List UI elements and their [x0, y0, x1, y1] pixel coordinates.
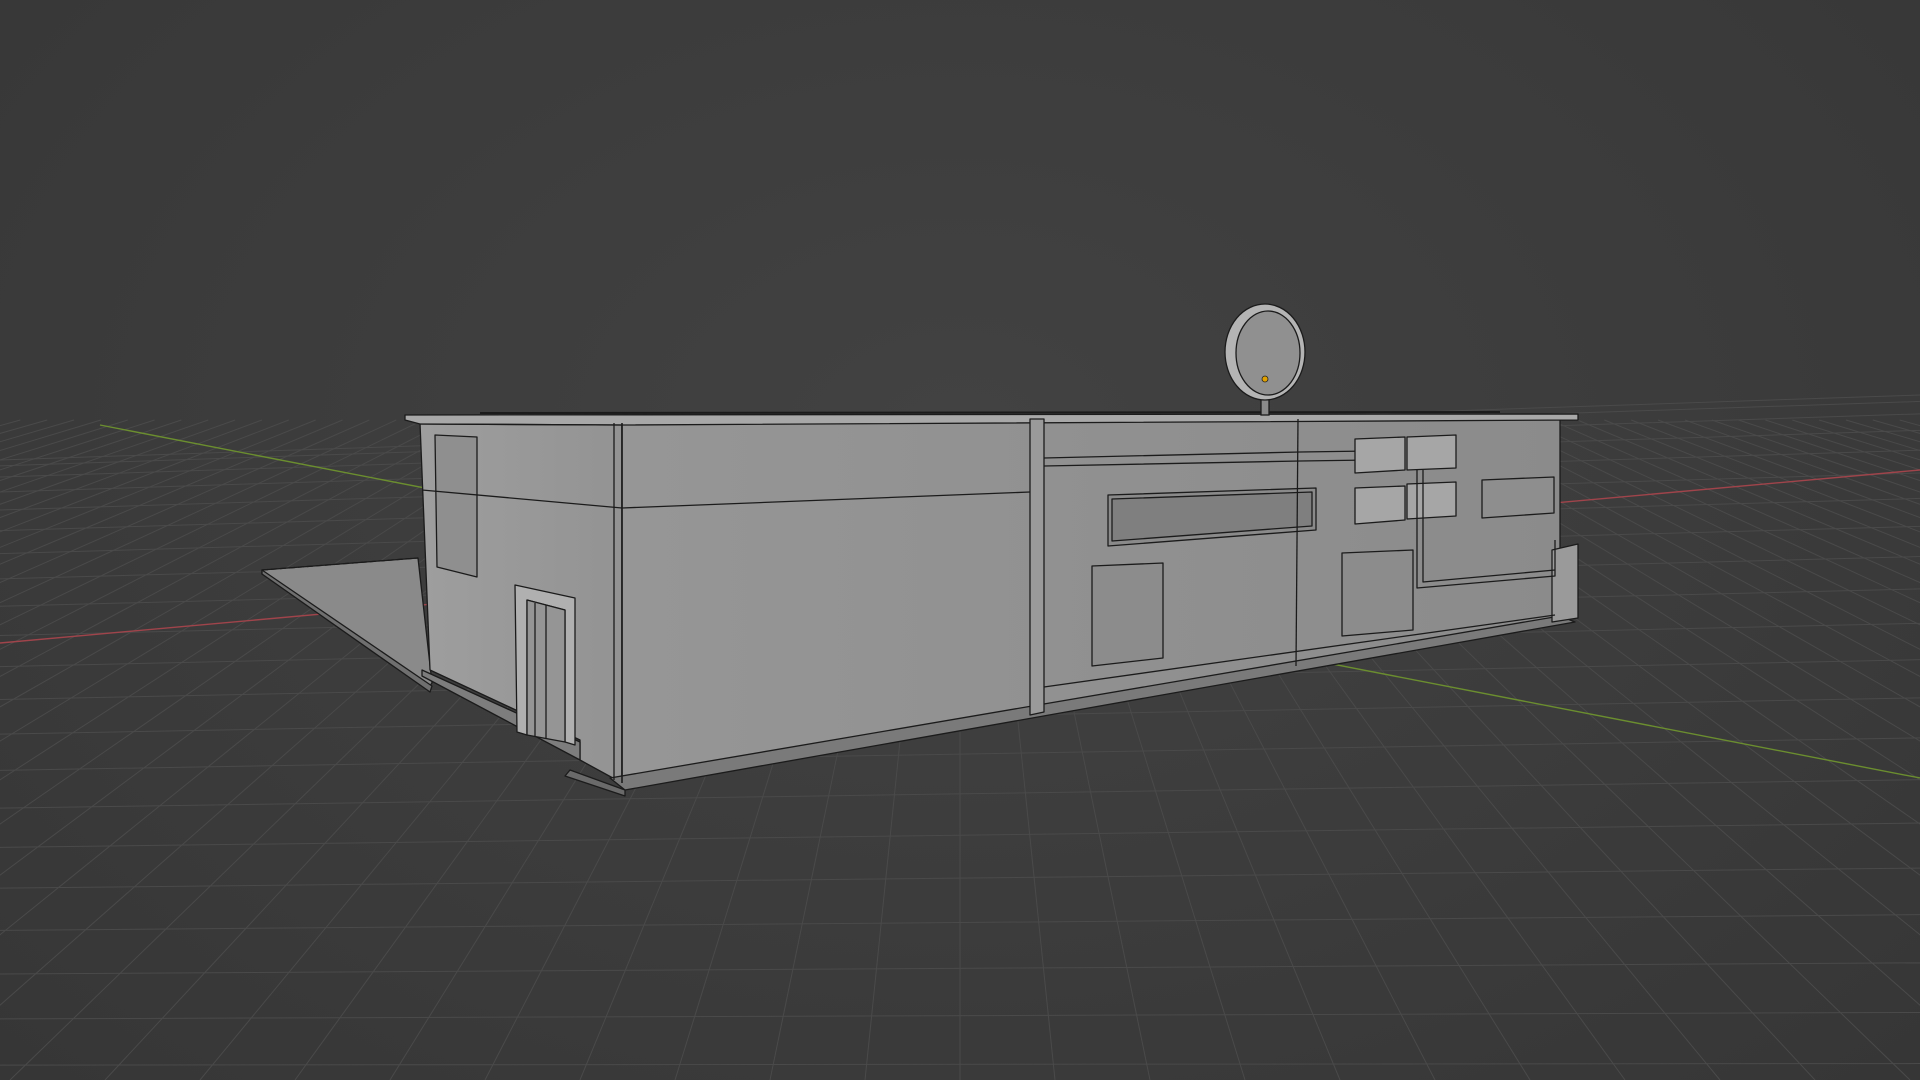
- window-middle[interactable]: [1341, 549, 1414, 637]
- grid-line: [0, 419, 370, 584]
- grid-line: [1845, 419, 1920, 443]
- grid-line: [1523, 419, 1920, 604]
- left-wall-panel[interactable]: [434, 434, 478, 578]
- right-end-wall[interactable]: [1551, 543, 1579, 623]
- grid-line: [1604, 419, 1920, 548]
- sign-disc-face[interactable]: [1235, 310, 1301, 396]
- grid-line: [0, 419, 209, 493]
- grid-line: [1711, 419, 1920, 493]
- grid-line: [0, 419, 236, 505]
- grid-line: [1657, 419, 1920, 519]
- grid-line: [1899, 419, 1920, 427]
- grid-line: [0, 419, 316, 548]
- 3d-viewport[interactable]: [0, 0, 1920, 1080]
- box-top-right[interactable]: [1406, 434, 1457, 471]
- grid-line: [0, 419, 48, 434]
- grid-line: [1872, 419, 1920, 434]
- grid-line: [0, 419, 21, 427]
- grid-line: [1577, 419, 1920, 565]
- building-mesh[interactable]: [261, 411, 1579, 797]
- roof-ridge: [479, 411, 1501, 414]
- viewport-canvas[interactable]: [0, 0, 1920, 1080]
- grid-line: [1550, 419, 1920, 584]
- window-left[interactable]: [1091, 562, 1164, 667]
- box-top-left[interactable]: [1354, 436, 1406, 474]
- box-bottom-left[interactable]: [1354, 485, 1406, 525]
- grid-line: [1765, 419, 1920, 471]
- grid-line: [0, 419, 263, 519]
- object-origin-marker[interactable]: [1261, 375, 1269, 383]
- grid-line: [1818, 419, 1920, 452]
- grid-line: [0, 419, 343, 565]
- front-wall[interactable]: [621, 417, 1561, 784]
- box-bottom-right[interactable]: [1406, 481, 1457, 520]
- grid-line: [1684, 419, 1920, 505]
- grid-line: [0, 419, 424, 626]
- grid-line: [0, 419, 397, 604]
- roof-sign[interactable]: [1224, 303, 1306, 416]
- grid-line: [0, 419, 75, 443]
- front-column: [1029, 418, 1045, 716]
- grid-line: [0, 419, 102, 452]
- window-right[interactable]: [1481, 476, 1555, 519]
- grid-line: [0, 419, 155, 471]
